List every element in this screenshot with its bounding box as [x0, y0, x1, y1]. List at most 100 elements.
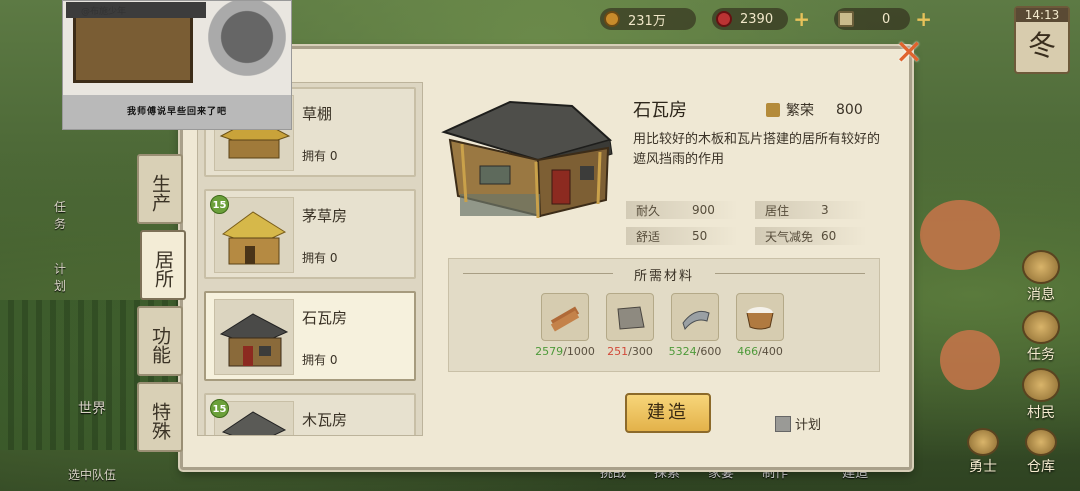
warriors-button[interactable]: 勇士	[958, 428, 1008, 476]
material-need: /400	[758, 345, 783, 358]
autumn-tree	[940, 330, 1000, 390]
video-caption: 我师傅说早些回来了吧	[126, 107, 227, 117]
material-need: /300	[628, 345, 653, 358]
stat-value: 900	[692, 203, 715, 217]
building-thumbnail	[214, 299, 294, 375]
tasks-label: 任务	[1027, 347, 1055, 363]
villagers-button[interactable]: 村民	[1016, 368, 1066, 422]
building-card-thatched-house[interactable]: 15 茅草房 拥有 0	[204, 189, 416, 279]
stat-weather-reduction: 天气减免 60	[755, 227, 867, 245]
video-handle: @布施少年	[81, 7, 127, 17]
level-badge: 15	[210, 399, 229, 418]
video-overlay[interactable]: @布施少年 我师傅说早些回来了吧	[62, 0, 292, 130]
stat-comfort: 舒适 50	[626, 227, 738, 245]
prosperity: 繁荣 800	[766, 100, 863, 120]
plan-checkbox[interactable]: 计划	[775, 414, 821, 433]
checkbox-icon[interactable]	[775, 415, 791, 432]
plan-label: 计划	[795, 418, 822, 433]
stat-label: 居住	[765, 203, 790, 218]
gem-counter: 2390 +	[712, 8, 810, 30]
stone-tile-house-icon	[441, 100, 613, 219]
level-badge: 15	[210, 195, 229, 214]
ticket-counter: 0 +	[834, 8, 932, 30]
autumn-tree	[920, 200, 1000, 270]
team-select-button[interactable]: 选中队伍	[60, 466, 124, 483]
add-gem-button[interactable]: +	[793, 8, 810, 30]
message-label: 消息	[1027, 287, 1055, 303]
coin-value: 231万	[628, 13, 666, 29]
tab-residence[interactable]: 居所	[140, 230, 186, 300]
material-need: /600	[696, 345, 722, 358]
stat-value: 60	[821, 229, 837, 243]
season-clock[interactable]: 14:13 冬	[1014, 6, 1070, 74]
add-ticket-button[interactable]: +	[915, 8, 932, 30]
lime-bowl-icon	[736, 293, 784, 341]
warriors-label: 勇士	[969, 459, 997, 475]
stat-capacity: 居住 3	[755, 201, 867, 219]
villager-icon	[1022, 368, 1060, 402]
material-tile[interactable]: 5324/600	[665, 293, 725, 358]
message-button[interactable]: 消息	[1016, 250, 1066, 304]
stat-label: 舒适	[636, 229, 661, 244]
stat-label: 耐久	[636, 203, 661, 218]
warehouse-icon	[1025, 428, 1057, 456]
material-have: 5324	[668, 345, 697, 358]
gem-value: 2390	[740, 11, 774, 27]
building-name: 石瓦房	[302, 309, 348, 327]
building-owned: 拥有 0	[302, 353, 338, 367]
material-stone[interactable]: 251/300	[600, 293, 660, 358]
building-description: 用比较好的木板和瓦片搭建的居所有较好的遮风挡雨的作用	[633, 132, 881, 167]
building-name: 草棚	[302, 105, 333, 123]
video-rocks	[181, 1, 291, 91]
selected-building-illustration	[440, 96, 618, 232]
materials-section: 所需材料 2579/1000 251/300 5324/600 466/400	[448, 258, 880, 372]
stone-tile-house-icon	[219, 313, 289, 367]
warrior-icon	[967, 428, 999, 456]
gem-icon	[716, 11, 732, 27]
video-house	[66, 2, 206, 83]
prosperity-icon	[766, 103, 780, 117]
material-need: /1000	[563, 345, 595, 358]
left-task-label[interactable]: 任务	[50, 198, 70, 232]
prosperity-value: 800	[836, 102, 863, 118]
prosperity-label: 繁荣	[786, 103, 814, 119]
building-title: 石瓦房	[633, 100, 687, 121]
coin-counter: 231万	[600, 8, 696, 30]
villagers-label: 村民	[1027, 405, 1055, 421]
divider	[715, 273, 865, 274]
build-button[interactable]: 建造	[625, 393, 711, 433]
stat-value: 3	[821, 203, 829, 217]
building-owned: 拥有 0	[302, 149, 338, 163]
building-card-stone-tile-house[interactable]: 石瓦房 拥有 0	[204, 291, 416, 381]
left-plan-label[interactable]: 计划	[50, 260, 70, 294]
building-card-wood-tile-house[interactable]: 15 木瓦房	[204, 393, 416, 435]
tasks-button[interactable]: 任务	[1016, 310, 1066, 364]
world-button[interactable]: 世界	[70, 398, 114, 418]
coin-icon	[604, 11, 620, 27]
material-lime[interactable]: 466/400	[730, 293, 790, 358]
building-owned: 拥有 0	[302, 251, 338, 265]
clock-time: 14:13	[1016, 8, 1068, 22]
stat-value: 50	[692, 229, 708, 243]
wood-plank-icon	[541, 293, 589, 341]
tab-production[interactable]: 生产	[137, 154, 183, 224]
material-have: 2579	[535, 345, 564, 358]
tab-function[interactable]: 功能	[137, 306, 183, 376]
material-have: 466	[737, 345, 759, 358]
message-icon	[1022, 250, 1060, 284]
warehouse-label: 仓库	[1027, 459, 1055, 475]
stat-durability: 耐久 900	[626, 201, 738, 219]
warehouse-button[interactable]: 仓库	[1016, 428, 1066, 476]
material-have: 251	[607, 345, 629, 358]
ticket-value: 0	[882, 11, 891, 27]
materials-title: 所需材料	[633, 269, 694, 284]
roof-tile-icon	[671, 293, 719, 341]
ticket-icon	[838, 11, 854, 27]
close-button[interactable]: ✕	[893, 36, 925, 70]
scroll-icon	[1022, 310, 1060, 344]
building-list[interactable]: 草棚 拥有 0 15 茅草房 拥有 0 石瓦房 拥有 0 15 木瓦房	[197, 82, 423, 436]
tab-special[interactable]: 特殊	[137, 382, 183, 452]
building-name: 茅草房	[302, 207, 348, 225]
stat-label: 天气减免	[765, 229, 814, 244]
material-wood[interactable]: 2579/1000	[535, 293, 595, 358]
